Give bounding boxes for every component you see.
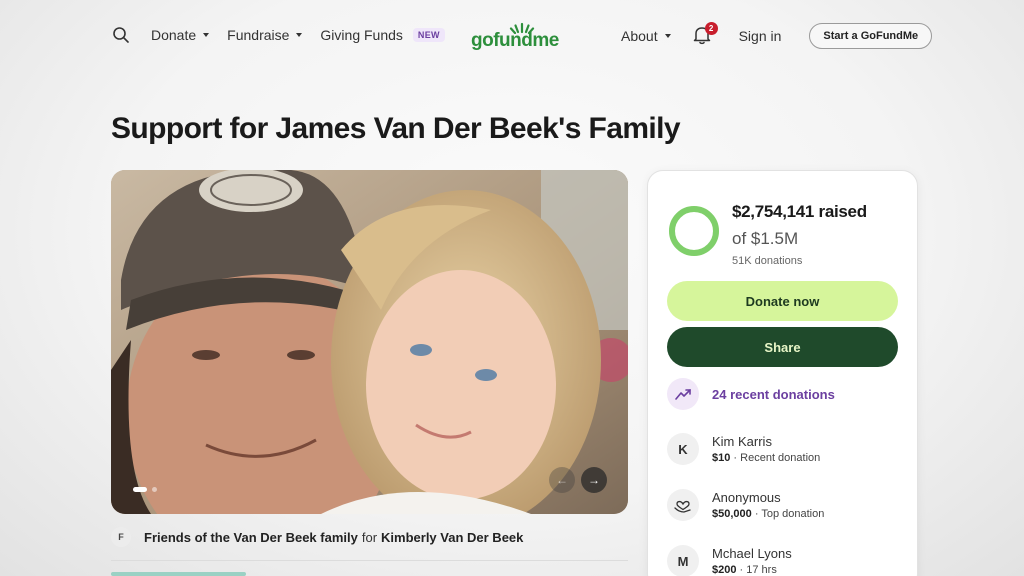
- donor-avatar: M: [667, 545, 699, 576]
- nav-about-label: About: [621, 28, 658, 44]
- section-tab-indicator: [111, 572, 246, 576]
- donate-now-button[interactable]: Donate now: [667, 281, 898, 321]
- top-navigation: Donate Fundraise Giving Funds NEW gofund…: [0, 0, 1024, 76]
- beneficiary-name[interactable]: Kimberly Van Der Beek: [381, 530, 523, 545]
- arrow-right-icon: →: [588, 473, 600, 487]
- divider: [111, 560, 628, 561]
- page-title: Support for James Van Der Beek's Family: [111, 112, 681, 145]
- nav-about[interactable]: About: [621, 28, 671, 44]
- caret-down-icon: [664, 34, 671, 38]
- trending-up-icon: [667, 378, 699, 410]
- donor-item: K Kim Karris $10 · Recent donation: [667, 433, 820, 465]
- donation-amount: $50,000: [712, 508, 752, 520]
- donor-avatar: K: [667, 433, 699, 465]
- donation-panel: $2,754,141 raised of $1.5M 51K donations…: [647, 170, 918, 576]
- donor-item: M Mchael Lyons $200 · 17 hrs: [667, 545, 792, 576]
- campaign-photo[interactable]: ← →: [111, 170, 628, 514]
- organizer-name[interactable]: Friends of the Van Der Beek family: [144, 530, 358, 545]
- carousel-indicators: [133, 487, 157, 492]
- nav-left: Donate Fundraise Giving Funds NEW: [112, 26, 445, 44]
- amount-raised: $2,754,141 raised: [732, 202, 867, 221]
- nav-donate-label: Donate: [151, 27, 197, 43]
- notification-count-badge: 2: [704, 22, 718, 35]
- start-gofundme-button[interactable]: Start a GoFundMe: [809, 23, 933, 49]
- organizer-line: F Friends of the Van Der Beek family for…: [111, 527, 523, 547]
- organizer-for-text: for: [361, 529, 378, 545]
- organizer-avatar: F: [111, 527, 131, 547]
- arrow-left-icon: ←: [556, 473, 568, 487]
- heart-hand-icon: [667, 489, 699, 521]
- nav-fundraise-label: Fundraise: [227, 27, 290, 43]
- nav-giving-funds[interactable]: Giving Funds NEW: [320, 27, 445, 43]
- nav-right: About 2 Sign in Start a GoFundMe: [621, 22, 933, 49]
- carousel-prev-button[interactable]: ←: [549, 467, 575, 493]
- donor-item: Anonymous $50,000 · Top donation: [667, 489, 824, 521]
- donation-amount: $200: [712, 564, 737, 576]
- carousel-next-button[interactable]: →: [581, 467, 607, 493]
- carousel-dot[interactable]: [152, 487, 157, 492]
- goal-amount: of $1.5M: [732, 229, 799, 248]
- donor-name: Mchael Lyons: [712, 546, 792, 561]
- donation-amount: $10: [712, 452, 731, 464]
- gofundme-logo[interactable]: gofundme: [471, 22, 561, 52]
- donation-count: 51K donations: [732, 255, 803, 267]
- progress-ring: [669, 206, 719, 256]
- search-icon[interactable]: [112, 26, 130, 44]
- donation-note: · Top donation: [754, 508, 825, 520]
- recent-donations-label: 24 recent donations: [712, 386, 835, 402]
- donor-name: Kim Karris: [712, 434, 772, 449]
- recent-donations-link[interactable]: 24 recent donations: [667, 378, 835, 410]
- donation-note: · 17 hrs: [739, 564, 777, 576]
- caret-down-icon: [203, 33, 210, 37]
- new-badge: NEW: [412, 28, 445, 42]
- sign-in-link[interactable]: Sign in: [739, 28, 782, 44]
- nav-donate[interactable]: Donate: [151, 27, 210, 43]
- notifications-button[interactable]: 2: [693, 22, 718, 47]
- donation-note: · Recent donation: [733, 452, 821, 464]
- donor-name: Anonymous: [712, 490, 781, 505]
- nav-giving-funds-label: Giving Funds: [320, 27, 403, 43]
- carousel-dot-active[interactable]: [133, 487, 147, 492]
- share-button[interactable]: Share: [667, 327, 898, 367]
- caret-down-icon: [296, 33, 303, 37]
- nav-fundraise[interactable]: Fundraise: [227, 27, 303, 43]
- logo-text: gofundme: [471, 30, 559, 51]
- campaign-photo-illustration: [111, 170, 628, 514]
